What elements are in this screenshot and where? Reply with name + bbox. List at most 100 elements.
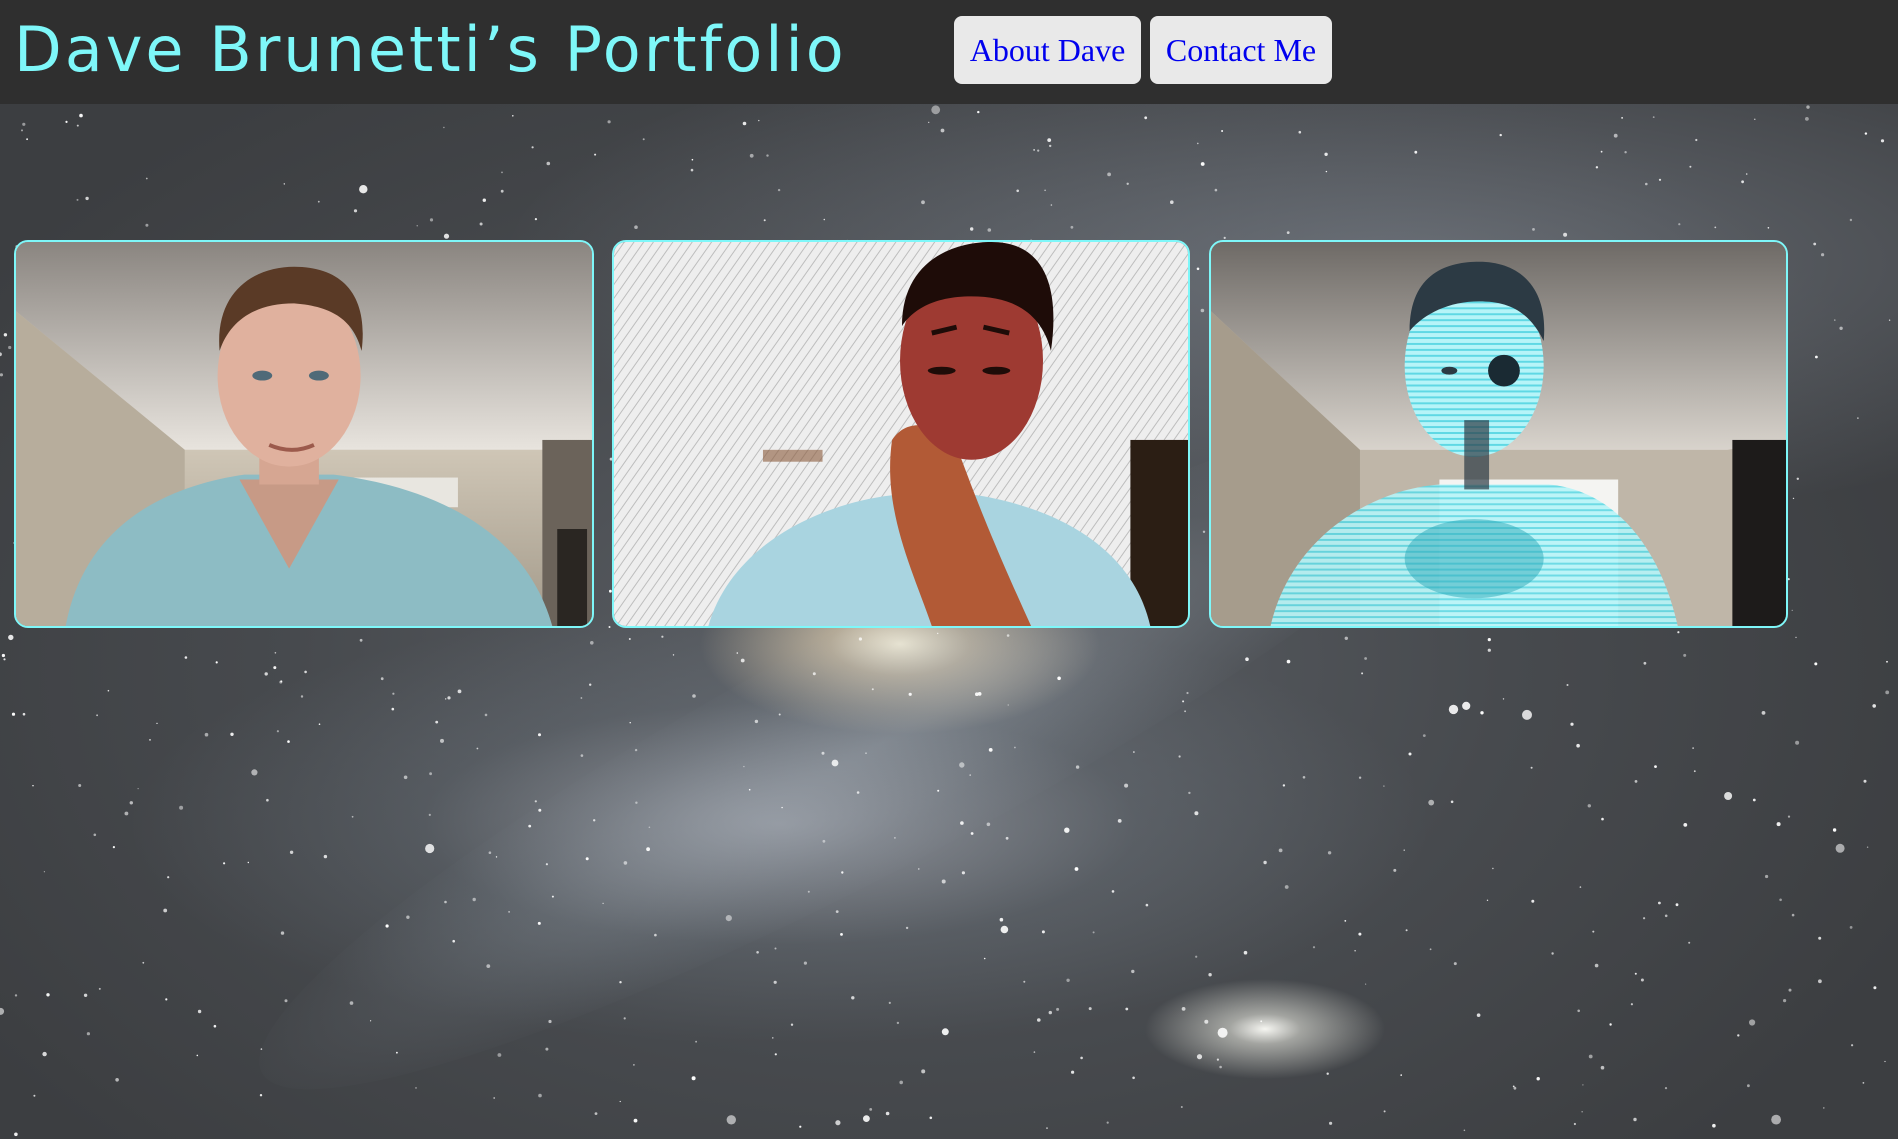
star xyxy=(1048,1010,1053,1015)
star xyxy=(1196,1054,1203,1060)
star xyxy=(970,832,974,835)
star xyxy=(534,218,538,221)
star xyxy=(1551,952,1554,955)
star xyxy=(1818,936,1822,940)
star xyxy=(1180,1106,1183,1108)
star xyxy=(300,695,304,698)
star xyxy=(1601,817,1604,821)
star xyxy=(1223,236,1226,239)
star xyxy=(1886,660,1888,663)
star xyxy=(961,871,966,875)
star xyxy=(1621,117,1623,119)
star xyxy=(1400,1074,1402,1076)
star xyxy=(447,696,451,700)
star xyxy=(276,730,279,733)
star xyxy=(287,740,290,743)
star xyxy=(1106,1121,1109,1124)
portrait-photo-hologram[interactable] xyxy=(1209,240,1788,628)
star xyxy=(623,861,628,865)
star xyxy=(736,652,739,654)
star xyxy=(777,188,781,192)
star xyxy=(865,752,867,754)
star xyxy=(623,1017,626,1020)
star xyxy=(124,811,129,816)
star xyxy=(1888,319,1891,321)
star xyxy=(32,785,34,787)
star xyxy=(929,1116,933,1120)
star xyxy=(1200,308,1205,313)
star xyxy=(1393,868,1397,872)
star xyxy=(197,1009,202,1014)
star xyxy=(634,748,638,752)
star xyxy=(323,854,328,859)
star xyxy=(1600,150,1603,153)
star xyxy=(977,110,980,114)
star xyxy=(204,732,209,737)
star xyxy=(1329,1121,1333,1125)
star xyxy=(894,837,896,839)
star xyxy=(585,857,589,861)
star xyxy=(435,720,439,724)
star xyxy=(538,808,542,812)
star xyxy=(661,635,664,638)
star xyxy=(1282,784,1286,787)
star xyxy=(1688,941,1691,944)
star xyxy=(1080,1056,1083,1060)
star xyxy=(1783,999,1787,1003)
star xyxy=(695,1040,697,1043)
star xyxy=(93,833,97,837)
star xyxy=(545,863,549,866)
contact-me-button[interactable]: Contact Me xyxy=(1150,16,1332,84)
star xyxy=(1408,752,1412,756)
star xyxy=(754,719,759,724)
star xyxy=(1502,698,1505,700)
star xyxy=(452,939,456,943)
star xyxy=(156,722,158,725)
star xyxy=(1124,783,1129,788)
star xyxy=(740,658,745,663)
star xyxy=(1741,180,1744,184)
portrait-photo-sketch[interactable] xyxy=(612,240,1190,628)
star xyxy=(763,219,766,222)
star xyxy=(1033,1051,1036,1053)
star xyxy=(1284,885,1289,889)
star xyxy=(1573,1122,1576,1126)
about-dave-button[interactable]: About Dave xyxy=(954,16,1141,84)
star xyxy=(1405,929,1408,932)
star xyxy=(960,821,964,825)
star xyxy=(821,751,825,755)
star xyxy=(905,926,909,930)
star xyxy=(1884,1060,1886,1063)
star xyxy=(1767,227,1770,229)
star xyxy=(1849,926,1853,929)
star xyxy=(1624,151,1627,154)
star xyxy=(1181,1007,1186,1011)
star xyxy=(831,759,839,767)
site-header: Dave Brunetti’s Portfolio About Dave Con… xyxy=(0,0,1898,104)
star xyxy=(607,120,611,124)
star xyxy=(1480,711,1484,715)
star xyxy=(1587,804,1592,808)
star xyxy=(1654,765,1657,768)
star xyxy=(247,861,249,864)
star xyxy=(1779,898,1782,902)
star xyxy=(749,153,754,158)
star xyxy=(1640,978,1644,982)
portrait-image-sketch xyxy=(614,242,1188,626)
star xyxy=(1327,851,1332,855)
star xyxy=(1448,704,1459,715)
star xyxy=(1814,662,1818,666)
star xyxy=(508,911,510,913)
star xyxy=(479,222,483,226)
star xyxy=(885,1111,890,1116)
star xyxy=(1714,226,1717,229)
star xyxy=(1111,890,1115,893)
star xyxy=(654,933,657,937)
portrait-photo-normal[interactable] xyxy=(14,240,594,628)
star xyxy=(484,713,488,717)
star xyxy=(3,658,6,661)
star xyxy=(1579,886,1582,888)
star xyxy=(1219,1065,1222,1069)
star xyxy=(96,714,98,717)
star xyxy=(633,1064,635,1066)
